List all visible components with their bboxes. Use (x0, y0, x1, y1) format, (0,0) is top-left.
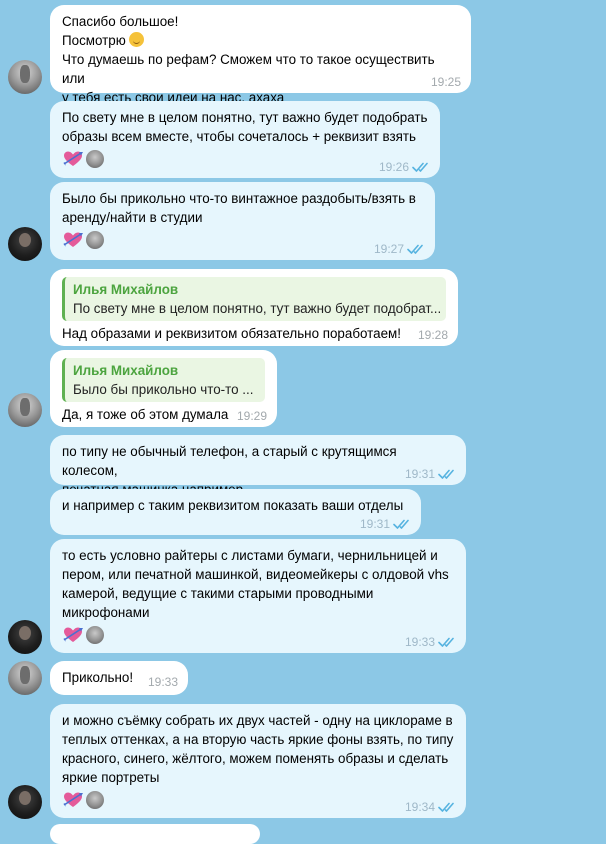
message-text: и можно съёмку собрать их двух частей - … (62, 713, 453, 728)
message-text: Спасибо большое! (62, 14, 179, 29)
message-text: красного, синего, жёлтого, можем поменят… (62, 751, 449, 766)
message-text: Посмотрю (62, 33, 126, 48)
message-bubble[interactable]: Илья Михайлов Было бы прикольно что-то .… (50, 350, 277, 427)
double-check-icon (393, 519, 411, 529)
double-check-icon (438, 802, 456, 812)
reactions[interactable] (62, 790, 454, 810)
quote-author: Илья Михайлов (73, 363, 179, 378)
message-time: 19:31 (360, 517, 411, 531)
message-text: и например с таким реквизитом показать в… (62, 498, 404, 513)
message-text: образы всем вместе, чтобы сочеталось + р… (62, 129, 417, 144)
heart-arrow-icon[interactable] (62, 625, 84, 645)
reactions[interactable] (62, 625, 454, 645)
heart-arrow-icon[interactable] (62, 149, 84, 169)
message-time: 19:26 (379, 160, 430, 174)
reply-quote[interactable]: Илья Михайлов По свету мне в целом понят… (62, 277, 446, 321)
quote-text: По свету мне в целом понятно, тут важно … (73, 301, 442, 316)
reactor-avatar (86, 231, 104, 249)
message-bubble[interactable]: то есть условно райтеры с листами бумаги… (50, 539, 466, 653)
message-text: по типу не обычный телефон, а старый с к… (62, 444, 397, 478)
message-time: 19:31 (405, 467, 456, 481)
message-text: микрофонами (62, 605, 150, 620)
message-time: 19:33 (405, 635, 456, 649)
message-text: Над образами и реквизитом обязательно по… (62, 326, 401, 341)
reactor-avatar (86, 791, 104, 809)
avatar[interactable] (8, 620, 42, 654)
message-time: 19:27 (374, 242, 425, 256)
message-time: 19:33 (147, 675, 178, 689)
message-bubble[interactable]: По свету мне в целом понятно, тут важно … (50, 101, 440, 178)
message-time: 19:29 (236, 409, 267, 423)
reactions[interactable] (62, 230, 423, 250)
relieved-face-icon (129, 32, 145, 47)
avatar[interactable] (8, 393, 42, 427)
reactions[interactable] (62, 149, 428, 169)
message-bubble[interactable]: Илья Михайлов По свету мне в целом понят… (50, 269, 458, 346)
message-bubble[interactable]: Спасибо большое! Посмотрю Что думаешь по… (50, 5, 471, 105)
message-time: 19:25 (430, 75, 461, 89)
heart-arrow-icon[interactable] (62, 790, 84, 810)
reactor-avatar (86, 150, 104, 168)
message-bubble[interactable]: и например с таким реквизитом показать в… (50, 489, 421, 535)
message-text: аренду/найти в студии (62, 210, 203, 225)
message-text: пером, или печатной машинкой, видеомейке… (62, 567, 449, 582)
message-text: По свету мне в целом понятно, тут важно … (62, 110, 428, 125)
quote-author: Илья Михайлов (73, 282, 179, 297)
double-check-icon (412, 162, 430, 172)
message-bubble[interactable]: и можно съёмку собрать их двух частей - … (50, 704, 466, 818)
double-check-icon (438, 637, 456, 647)
reactor-avatar (86, 626, 104, 644)
double-check-icon (438, 469, 456, 479)
message-time: 19:34 (405, 800, 456, 814)
avatar[interactable] (8, 785, 42, 819)
message-time: 19:28 (417, 328, 448, 342)
reply-quote[interactable]: Илья Михайлов Было бы прикольно что-то .… (62, 358, 265, 402)
heart-arrow-icon[interactable] (62, 230, 84, 250)
message-text: Было бы прикольно что-то винтажное раздо… (62, 191, 416, 206)
quote-text: Было бы прикольно что-то ... (73, 382, 254, 397)
message-text: Да, я тоже об этом думала (62, 407, 229, 422)
message-bubble[interactable] (50, 824, 260, 844)
message-bubble[interactable]: Прикольно! 19:33 (50, 661, 188, 695)
message-bubble[interactable]: Было бы прикольно что-то винтажное раздо… (50, 182, 435, 260)
message-text: камерой, ведущие с такими старыми провод… (62, 586, 374, 601)
message-bubble[interactable]: по типу не обычный телефон, а старый с к… (50, 435, 466, 497)
message-text: Что думаешь по рефам? Сможем что то тако… (62, 52, 435, 86)
message-text: то есть условно райтеры с листами бумаги… (62, 548, 438, 563)
avatar[interactable] (8, 661, 42, 695)
message-text: теплых оттенках, а на вторую часть яркие… (62, 732, 454, 747)
message-text: яркие портреты (62, 770, 160, 785)
avatar[interactable] (8, 60, 42, 94)
avatar[interactable] (8, 227, 42, 261)
double-check-icon (407, 244, 425, 254)
